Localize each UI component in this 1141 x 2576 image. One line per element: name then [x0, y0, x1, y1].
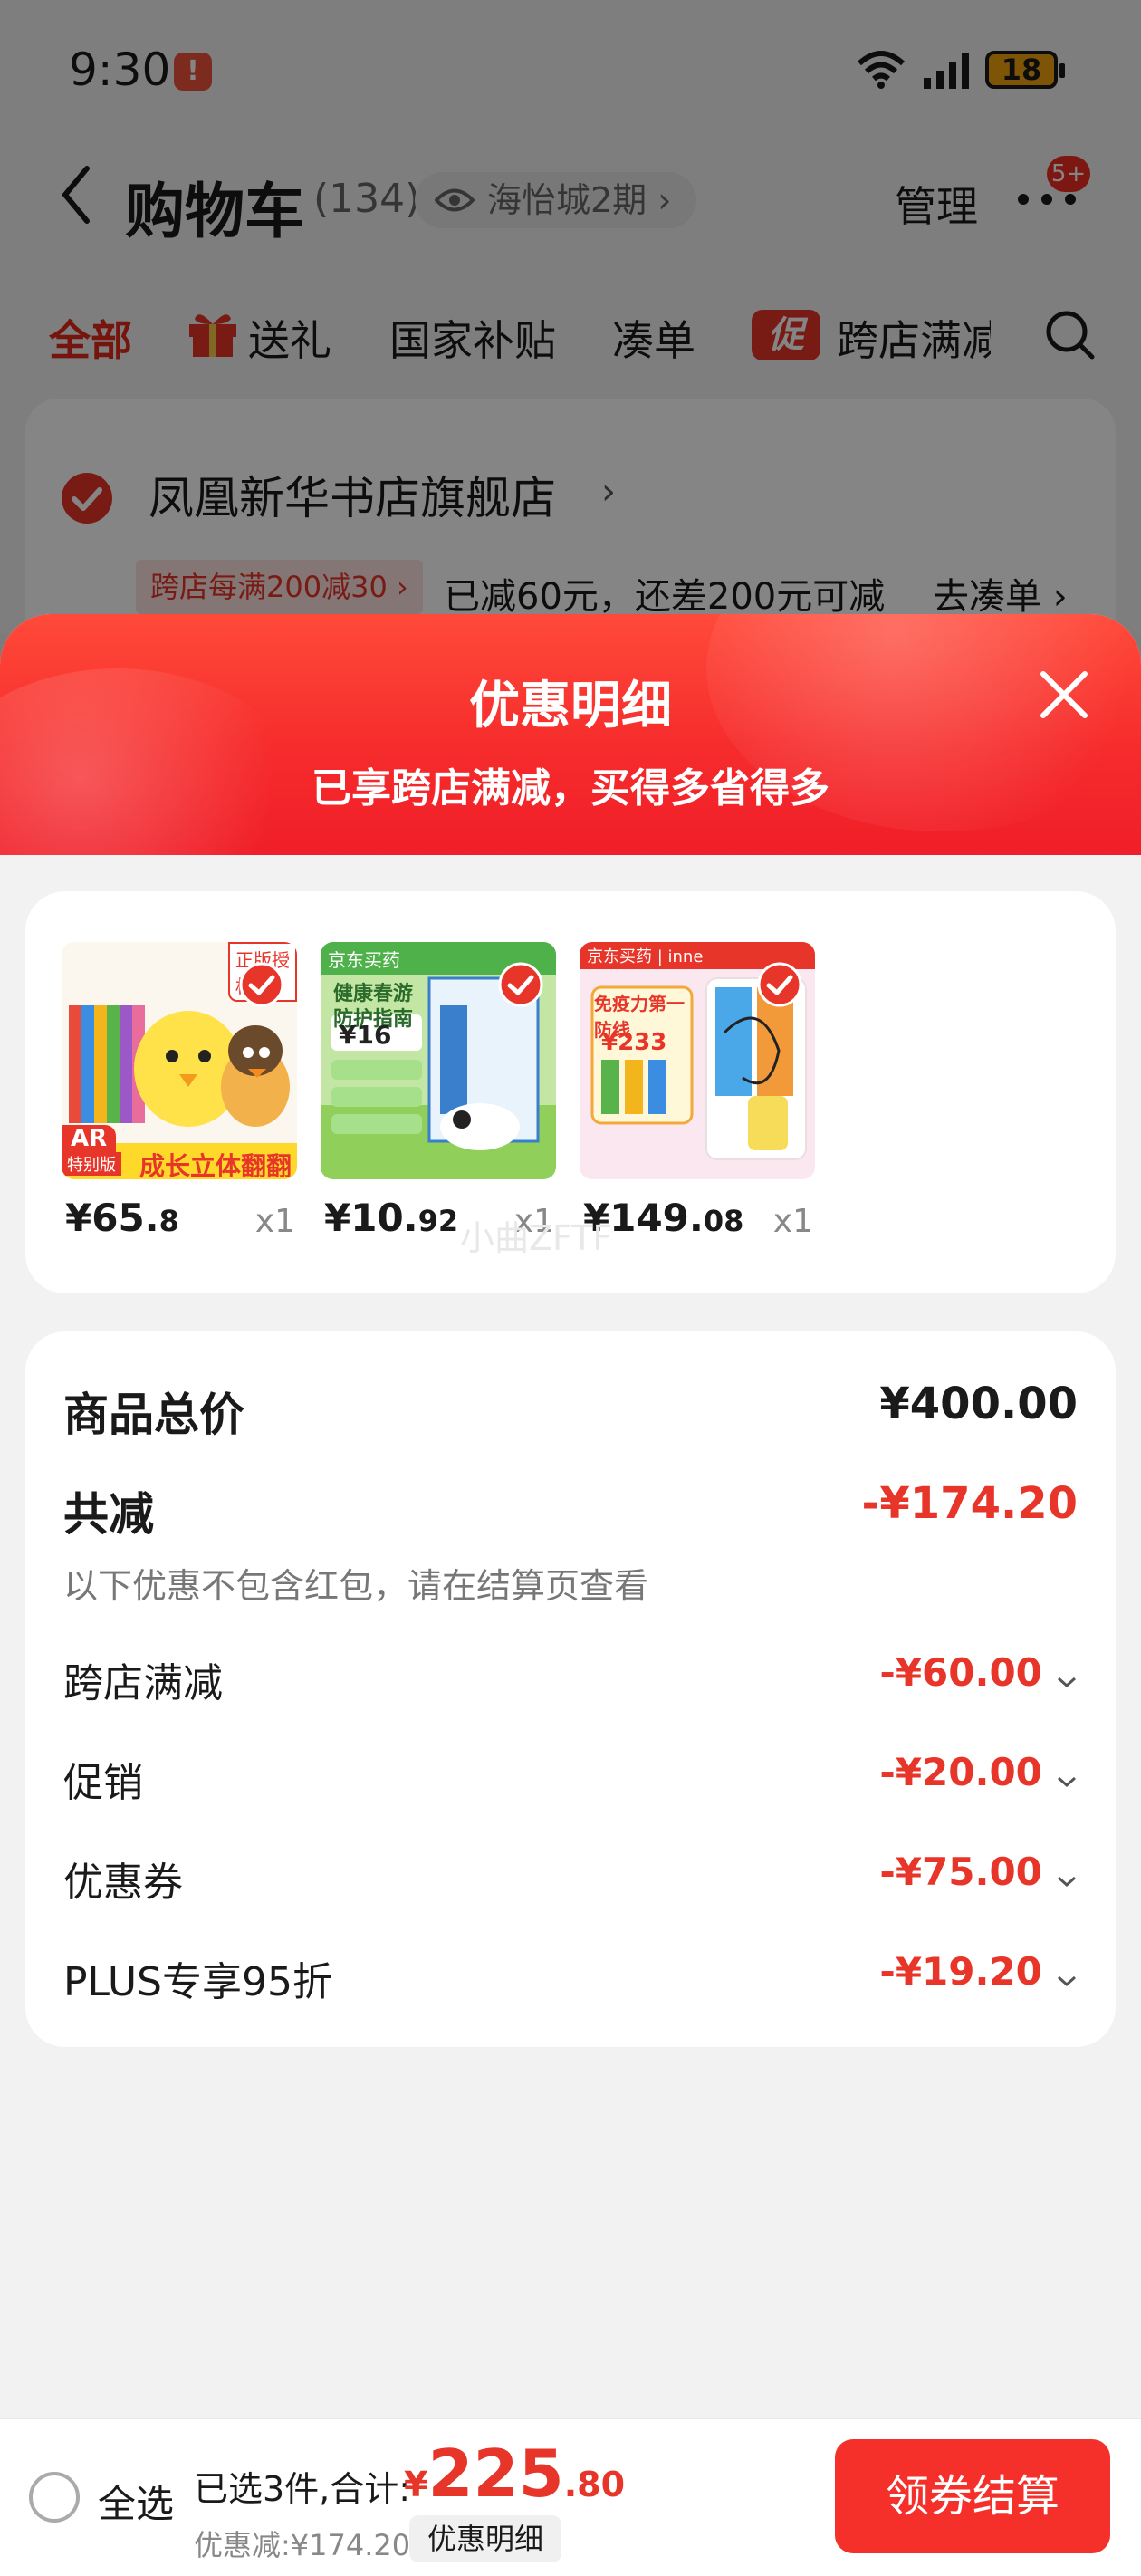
sheet-subtitle: 已享跨店满减，买得多省得多	[312, 765, 829, 812]
grand-total: ¥225.80	[404, 2436, 626, 2512]
ar-special-badge: 特别版	[62, 1152, 121, 1176]
select-all-label[interactable]: 全选	[98, 2474, 174, 2529]
chevron-down-icon[interactable]	[1056, 1675, 1078, 1689]
product-price: ¥65.8	[65, 1196, 179, 1240]
product-price: ¥10.92	[324, 1196, 459, 1240]
price-tag: ¥233	[601, 1029, 667, 1056]
checkout-button[interactable]: 领券结算	[835, 2439, 1110, 2553]
sheet-header: 优惠明细 已享跨店满减，买得多省得多	[0, 614, 1141, 855]
discount-detail-button[interactable]: 优惠明细	[409, 2515, 562, 2562]
discount-row[interactable]: 优惠券 -¥75.00	[63, 1850, 1078, 1906]
discount-value: -¥19.20	[879, 1949, 1042, 1994]
total-reduction-row: 共减 -¥174.20	[63, 1478, 1078, 1542]
discount-value-group: -¥20.00	[879, 1750, 1078, 1794]
discount-row[interactable]: 促销 -¥20.00	[63, 1750, 1078, 1806]
discount-label: 优惠券	[63, 1860, 183, 1906]
chevron-down-icon[interactable]	[1056, 1874, 1078, 1889]
discount-value-group: -¥60.00	[879, 1650, 1078, 1695]
discount-value-group: -¥19.20	[879, 1949, 1078, 1994]
discount-value-group: -¥75.00	[879, 1850, 1078, 1894]
discount-value: -¥20.00	[879, 1750, 1042, 1794]
product-item[interactable]: 京东买药 健康春游 防护指南 ¥16 ¥10.92 x1	[321, 942, 556, 1240]
discount-row[interactable]: 跨店满减 -¥60.00	[63, 1650, 1078, 1706]
discount-label: 促销	[63, 1760, 143, 1806]
close-icon[interactable]	[1038, 668, 1090, 721]
discount-label: 跨店满减	[63, 1660, 223, 1706]
selected-check-icon	[239, 962, 284, 1007]
discount-value: -¥75.00	[879, 1850, 1042, 1894]
discount-note-row: 以下优惠不包含红包，请在结算页查看	[63, 1558, 1078, 1606]
saved-amount: 优惠减:¥174.20	[194, 2528, 411, 2562]
selected-summary: 已选3件,合计:	[194, 2469, 411, 2509]
discount-label: PLUS专享95折	[63, 1959, 332, 2005]
product-quantity: x1	[254, 1203, 295, 1240]
sheet-title: 优惠明细	[469, 677, 672, 735]
select-all-checkbox[interactable]	[29, 2472, 80, 2523]
price-summary-card: 商品总价 ¥400.00 共减 -¥174.20 以下优惠不包含红包，请在结算页…	[25, 1331, 1116, 2047]
ar-badge: AR	[62, 1125, 117, 1152]
product-image: 京东买药 健康春游 防护指南 ¥16	[321, 942, 556, 1179]
total-price-value: ¥400.00	[879, 1379, 1078, 1429]
product-caption: 成长立体翻翻书	[139, 1151, 292, 1179]
discount-note: 以下优惠不包含红包，请在结算页查看	[63, 1566, 649, 1606]
discount-value: -¥60.00	[879, 1650, 1042, 1695]
selected-check-icon	[757, 962, 802, 1007]
discount-row[interactable]: PLUS专享95折 -¥19.20	[63, 1949, 1078, 2005]
products-card: 正版授权 AR 特别版 成长立体翻翻书 ¥65.8 x1	[25, 891, 1116, 1293]
modal-overlay[interactable]	[0, 0, 1141, 634]
product-item[interactable]: 正版授权 AR 特别版 成长立体翻翻书 ¥65.8 x1	[62, 942, 297, 1240]
discount-detail-sheet: 优惠明细 已享跨店满减，买得多省得多 正版授 AR 特别版 成长立体翻翻 ¥65…	[0, 614, 1141, 2576]
chevron-down-icon[interactable]	[1056, 1774, 1078, 1789]
total-price-row: 商品总价 ¥400.00	[63, 1379, 1078, 1442]
product-image: 京东买药 | inne 免疫力第一防线 ¥233	[580, 942, 815, 1179]
total-reduction-label: 共减	[63, 1488, 154, 1541]
total-reduction-value: -¥174.20	[861, 1478, 1078, 1529]
brand-label: 京东买药	[328, 949, 400, 971]
chevron-down-icon[interactable]	[1056, 1974, 1078, 1988]
brand-label: 京东买药 | inne	[587, 947, 704, 966]
selected-check-icon	[498, 962, 543, 1007]
product-image: 正版授权 AR 特别版 成长立体翻翻书	[62, 942, 297, 1179]
watermark: 小曲ZFTF	[460, 1218, 613, 1258]
product-item[interactable]: 京东买药 | inne 免疫力第一防线 ¥233 ¥149.08 x1	[580, 942, 815, 1240]
total-price-label: 商品总价	[63, 1389, 244, 1441]
product-quantity: x1	[772, 1203, 813, 1240]
price-tag: ¥16	[339, 1020, 392, 1050]
checkout-bar: 全选 已选3件,合计: ¥225.80 优惠减:¥174.20 优惠明细 领券结…	[0, 2418, 1141, 2576]
